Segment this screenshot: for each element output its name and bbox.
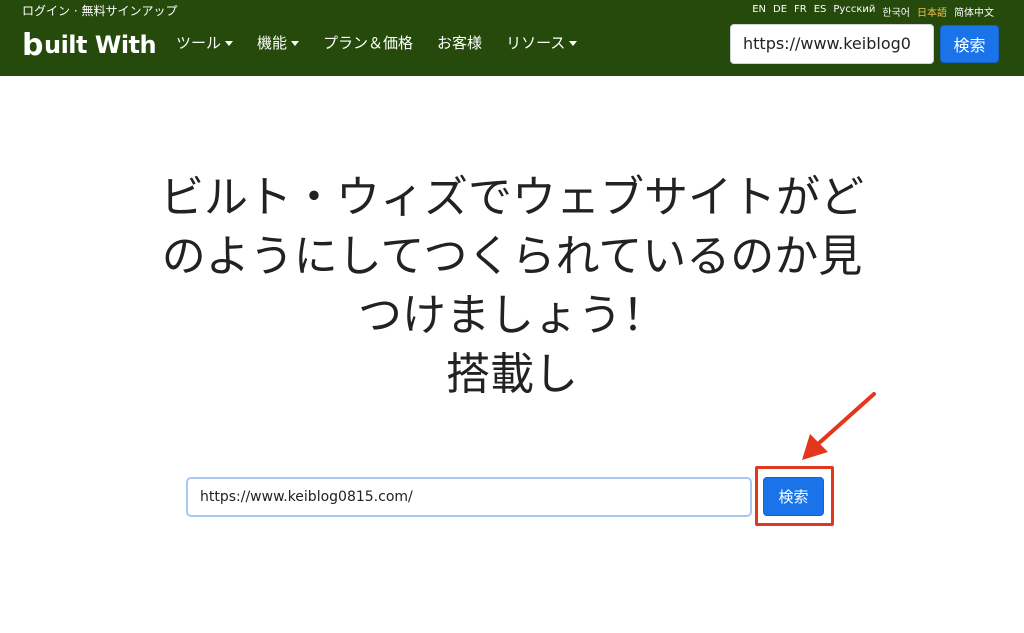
lang-ko[interactable]: 한국어 — [882, 4, 910, 19]
header-search-input[interactable]: https://www.keiblog0 — [730, 24, 934, 64]
language-selector: EN DE FR ES Русский 한국어 日本語 简体中文 — [752, 4, 994, 19]
login-signup-link[interactable]: ログイン · 無料サインアップ — [22, 2, 177, 19]
header-bar: ログイン · 無料サインアップ EN DE FR ES Русский 한국어 … — [0, 0, 1024, 76]
main-search-input[interactable]: https://www.keiblog0815.com/ — [186, 477, 752, 517]
headline-line-1: ビルト・ウィズでウェブサイトがど — [160, 172, 864, 223]
nav-tools[interactable]: ツール — [176, 32, 234, 53]
main-search-button[interactable]: 検索 — [763, 477, 824, 516]
lang-zh[interactable]: 简体中文 — [954, 4, 994, 19]
lang-ja[interactable]: 日本語 — [917, 4, 947, 19]
nav-features[interactable]: 機能 — [257, 32, 300, 53]
main-nav: ツール 機能 プラン＆価格 お客様 リソース — [176, 32, 578, 53]
headline-line-2: のようにしてつくられているのか見 — [161, 231, 863, 282]
lang-fr[interactable]: FR — [794, 4, 807, 19]
arrow-pointer-icon — [802, 392, 876, 460]
nav-features-label: 機能 — [257, 34, 288, 52]
lang-es[interactable]: ES — [814, 4, 827, 19]
caret-down-icon — [291, 41, 300, 46]
nav-customers-label: お客様 — [437, 34, 483, 52]
logo-b: b — [22, 27, 43, 63]
lang-ru[interactable]: Русский — [833, 4, 875, 19]
nav-resources-label: リソース — [506, 34, 566, 52]
caret-down-icon — [569, 41, 578, 46]
caret-down-icon — [225, 41, 234, 46]
nav-resources[interactable]: リソース — [506, 32, 578, 53]
header-search-button[interactable]: 検索 — [940, 25, 999, 63]
page-headline: ビルト・ウィズでウェブサイトがど のようにしてつくられているのか見 つけましょう… — [20, 168, 1004, 404]
headline-line-3: つけましょう！ — [358, 290, 666, 341]
lang-de[interactable]: DE — [773, 4, 787, 19]
nav-plans-label: プラン＆価格 — [323, 34, 414, 52]
nav-customers[interactable]: お客様 — [437, 32, 482, 53]
logo-text: uilt With — [43, 31, 157, 59]
nav-tools-label: ツール — [176, 34, 222, 52]
lang-en[interactable]: EN — [752, 4, 766, 19]
builtwith-logo[interactable]: b uilt With — [22, 26, 157, 64]
nav-plans-pricing[interactable]: プラン＆価格 — [323, 32, 413, 53]
